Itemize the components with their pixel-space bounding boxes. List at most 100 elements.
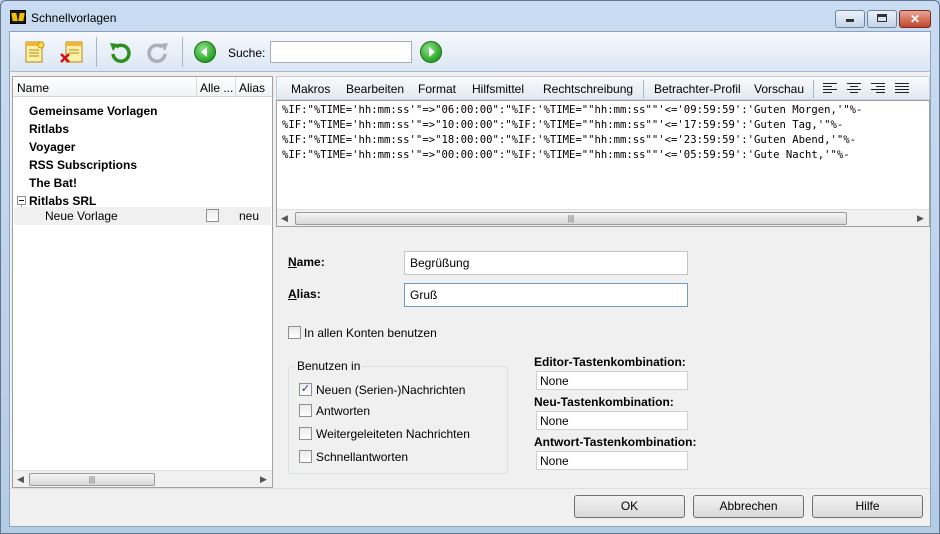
- title-bar[interactable]: Schnellvorlagen ✕: [1, 1, 939, 31]
- arrow-left-icon: [201, 47, 207, 57]
- delete-template-icon: [60, 41, 83, 63]
- use-in-new-messages-checkbox[interactable]: ✓: [299, 383, 312, 396]
- redo-icon: [147, 43, 168, 64]
- all-accounts-checkbox[interactable]: [206, 209, 219, 222]
- close-button[interactable]: ✕: [899, 10, 931, 28]
- use-in-forwarded-label[interactable]: Weitergeleiteten Nachrichten: [316, 427, 470, 441]
- menu-format[interactable]: Format: [418, 82, 456, 96]
- toolbar: Suche:: [10, 32, 930, 72]
- tree-horizontal-scrollbar[interactable]: ◀ ||| ▶: [13, 470, 272, 487]
- scroll-right-icon[interactable]: ▶: [260, 474, 267, 485]
- template-properties: Name: Alias: In allen Konten benutzen Be…: [276, 230, 930, 488]
- toolbar-separator: [182, 37, 183, 67]
- tree-item-ritlabs-srl[interactable]: Ritlabs SRL: [29, 194, 96, 208]
- search-go-button[interactable]: [420, 41, 442, 63]
- use-in-quick-replies-label[interactable]: Schnellantworten: [316, 450, 408, 464]
- menu-makros[interactable]: Makros: [291, 82, 330, 96]
- ok-button[interactable]: OK: [574, 495, 685, 518]
- editor-hotkey-label: Editor-Tastenkombination:: [534, 355, 686, 369]
- minimize-button[interactable]: [835, 10, 865, 28]
- collapse-toggle-icon[interactable]: [17, 196, 26, 205]
- undo-button[interactable]: [106, 38, 134, 66]
- align-center-icon[interactable]: [847, 83, 861, 95]
- tree-column-header: Name Alle ... Alias: [13, 77, 272, 97]
- menu-betrachter-profil[interactable]: Betrachter-Profil: [654, 82, 741, 96]
- tree-item-ritlabs[interactable]: Ritlabs: [29, 122, 69, 136]
- editor-hotkey-field[interactable]: None: [536, 371, 688, 390]
- new-hotkey-label: Neu-Tastenkombination:: [534, 395, 674, 409]
- editor-horizontal-scrollbar[interactable]: ◀ ||| ▶: [277, 209, 929, 226]
- menu-separator: [813, 80, 814, 98]
- use-in-new-messages-label[interactable]: Neuen (Serien-)Nachrichten: [316, 383, 465, 397]
- maximize-icon: [877, 14, 887, 22]
- all-accounts-checkbox[interactable]: [288, 326, 301, 339]
- menu-vorschau[interactable]: Vorschau: [754, 82, 804, 96]
- tree-item-the-bat[interactable]: The Bat!: [29, 176, 77, 190]
- editor-line[interactable]: %IF:"%TIME='hh:mm:ss'"=>"10:00:00":"%IF:…: [282, 119, 843, 131]
- use-in-replies-label[interactable]: Antworten: [316, 404, 370, 418]
- arrow-right-icon: [429, 47, 435, 57]
- search-back-button[interactable]: [194, 41, 216, 63]
- menu-rechtschreibung[interactable]: Rechtschreibung: [543, 82, 633, 96]
- cancel-button[interactable]: Abbrechen: [693, 495, 804, 518]
- scroll-thumb[interactable]: |||: [29, 473, 155, 486]
- alias-label-rest: lias:: [296, 287, 321, 301]
- menu-hilfsmittel[interactable]: Hilfsmittel: [472, 82, 524, 96]
- delete-template-button[interactable]: [58, 38, 86, 66]
- name-input[interactable]: [404, 251, 688, 275]
- undo-icon: [110, 43, 131, 64]
- tree-item-gemeinsame-vorlagen[interactable]: Gemeinsame Vorlagen: [29, 104, 158, 118]
- new-template-icon: [25, 41, 45, 63]
- the-bat-app-icon: [10, 10, 26, 24]
- new-hotkey-field[interactable]: None: [536, 411, 688, 430]
- column-name[interactable]: Name: [17, 81, 49, 95]
- template-tree[interactable]: Name Alle ... Alias Gemeinsame Vorlagen …: [12, 76, 273, 488]
- template-editor[interactable]: %IF:"%TIME='hh:mm:ss'"=>"06:00:00":"%IF:…: [276, 100, 930, 227]
- minimize-icon: [846, 19, 854, 22]
- reply-hotkey-label: Antwort-Tastenkombination:: [534, 435, 697, 449]
- search-input[interactable]: [270, 41, 412, 63]
- search-label: Suche:: [228, 46, 266, 60]
- menu-bearbeiten[interactable]: Bearbeiten: [346, 82, 404, 96]
- close-icon: ✕: [909, 12, 921, 26]
- window-title: Schnellvorlagen: [31, 11, 117, 25]
- editor-line[interactable]: %IF:"%TIME='hh:mm:ss'"=>"06:00:00":"%IF:…: [282, 104, 862, 116]
- editor-line[interactable]: %IF:"%TIME='hh:mm:ss'"=>"18:00:00":"%IF:…: [282, 134, 856, 146]
- scroll-left-icon[interactable]: ◀: [281, 213, 288, 224]
- name-label-rest: ame:: [296, 255, 325, 269]
- use-in-group: Benutzen in ✓ Neuen (Serien-)Nachrichten…: [288, 359, 508, 474]
- tree-item-rss-subscriptions[interactable]: RSS Subscriptions: [29, 158, 137, 172]
- tree-item-neue-vorlage[interactable]: Neue Vorlage: [45, 209, 118, 223]
- align-justify-icon[interactable]: [895, 83, 909, 95]
- reply-hotkey-field[interactable]: None: [536, 451, 688, 470]
- name-label: Name:: [288, 255, 325, 269]
- scroll-right-icon[interactable]: ▶: [917, 213, 924, 224]
- column-divider[interactable]: [196, 77, 197, 97]
- use-in-forwarded-checkbox[interactable]: [299, 427, 312, 440]
- align-right-icon[interactable]: [871, 83, 885, 95]
- scroll-thumb[interactable]: |||: [295, 212, 847, 225]
- dialog-button-bar: OK Abbrechen Hilfe: [10, 488, 930, 526]
- menu-separator: [643, 80, 644, 98]
- alias-input[interactable]: [404, 283, 688, 307]
- help-button[interactable]: Hilfe: [812, 495, 923, 518]
- all-accounts-label[interactable]: In allen Konten benutzen: [304, 326, 437, 340]
- new-template-button[interactable]: [20, 38, 48, 66]
- editor-line[interactable]: %IF:"%TIME='hh:mm:ss'"=>"00:00:00":"%IF:…: [282, 149, 850, 161]
- column-alias[interactable]: Alias: [239, 81, 265, 95]
- use-in-quick-replies-checkbox[interactable]: [299, 450, 312, 463]
- column-divider[interactable]: [235, 77, 236, 97]
- tree-item-voyager[interactable]: Voyager: [29, 140, 75, 154]
- dialog-client-area: Suche: Name Alle ... Alias Gemeinsame Vo…: [9, 31, 931, 527]
- align-left-icon[interactable]: [823, 83, 837, 95]
- toolbar-separator: [96, 37, 97, 67]
- maximize-button[interactable]: [867, 10, 897, 28]
- scroll-left-icon[interactable]: ◀: [17, 474, 24, 485]
- use-in-replies-checkbox[interactable]: [299, 404, 312, 417]
- column-all-accounts[interactable]: Alle ...: [200, 81, 233, 95]
- tree-item-alias: neu: [239, 209, 260, 223]
- alias-label: Alias:: [288, 287, 321, 301]
- use-in-group-title: Benutzen in: [295, 359, 363, 373]
- redo-button[interactable]: [144, 38, 172, 66]
- dialog-window: Schnellvorlagen ✕ Suche: Name Alle ... A…: [0, 0, 940, 534]
